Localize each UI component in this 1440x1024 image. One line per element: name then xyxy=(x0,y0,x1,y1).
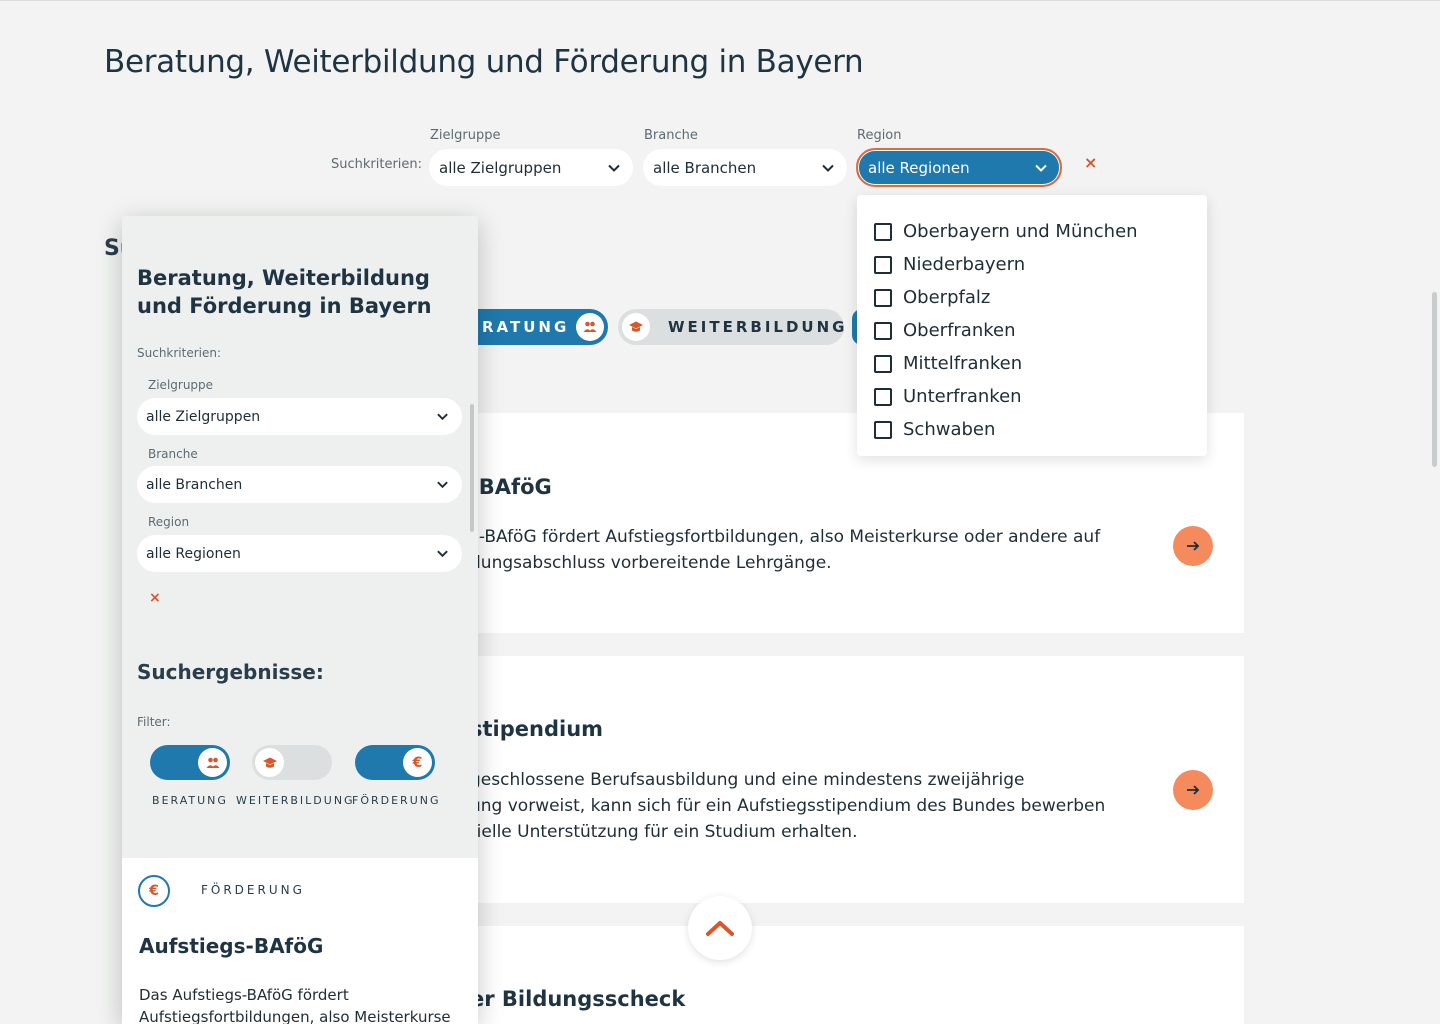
region-label: Region xyxy=(857,128,902,143)
chevron-down-icon xyxy=(1035,164,1047,172)
toggle-label-foerderung: FÖRDERUNG xyxy=(352,794,441,807)
branche-select[interactable]: alle Branchen xyxy=(643,149,847,186)
checkbox[interactable] xyxy=(874,222,892,241)
mobile-preview-panel: Beratung, Weiterbildung und Förderung in… xyxy=(122,216,478,1024)
pill-weiterbildung-label: WEITERBILDUNG xyxy=(668,318,848,336)
panel-branche-select[interactable]: alle Branchen xyxy=(137,466,462,503)
panel-zielgruppe-value: alle Zielgruppen xyxy=(146,408,261,425)
panel-zielgruppe-select[interactable]: alle Zielgruppen xyxy=(137,398,462,435)
region-option-label: Mittelfranken xyxy=(903,353,1023,374)
region-option[interactable]: Oberpfalz xyxy=(857,281,1207,314)
chevron-down-icon xyxy=(608,164,620,172)
panel-title: Beratung, Weiterbildung und Förderung in… xyxy=(137,266,432,318)
region-option-label: Unterfranken xyxy=(903,386,1022,407)
toggle-label-weiterbildung: WEITERBILDUNG xyxy=(236,794,355,807)
card-text-line: s-BAföG fördert Aufstiegsfortbildungen, … xyxy=(470,527,1101,547)
region-select[interactable]: alle Regionen xyxy=(856,148,1062,187)
chevron-down-icon xyxy=(822,164,834,172)
panel-search-criteria-label: Suchkriterien: xyxy=(137,346,222,360)
region-option[interactable]: Unterfranken xyxy=(857,380,1207,413)
page-scrollbar[interactable] xyxy=(1432,292,1437,467)
zielgruppe-label: Zielgruppe xyxy=(430,128,501,143)
arrow-right-icon xyxy=(1187,541,1200,551)
euro-icon: € xyxy=(403,748,432,777)
pill-weiterbildung[interactable]: WEITERBILDUNG xyxy=(618,309,844,345)
pill-beratung-label: RATUNG xyxy=(482,318,570,336)
panel-card-title: Aufstiegs-BAföG xyxy=(139,934,324,958)
card-text-line: geschlossene Berufsausbildung und eine m… xyxy=(470,770,1025,790)
panel-results-heading: Suchergebnisse: xyxy=(137,660,324,684)
toggle-label-beratung: BERATUNG xyxy=(152,794,228,807)
card-arrow-button[interactable] xyxy=(1173,526,1213,566)
region-option-label: Oberbayern und München xyxy=(903,221,1138,242)
people-icon xyxy=(198,748,227,777)
zielgruppe-value: alle Zielgruppen xyxy=(439,158,562,177)
card-text-line: tielle Unterstützung für ein Studium erh… xyxy=(470,822,858,842)
region-option[interactable]: Oberfranken xyxy=(857,314,1207,347)
region-option-label: Oberfranken xyxy=(903,320,1016,341)
scroll-to-top-button[interactable] xyxy=(688,896,752,960)
top-divider xyxy=(0,0,1440,1)
panel-branche-value: alle Branchen xyxy=(146,476,243,493)
result-card-bildungsscheck[interactable]: er Bildungsscheck xyxy=(470,926,1244,1024)
panel-filter-label: Filter: xyxy=(137,715,171,729)
checkbox[interactable] xyxy=(874,255,892,274)
region-option-label: Niederbayern xyxy=(903,254,1026,275)
panel-branche-label: Branche xyxy=(148,447,198,461)
search-criteria-label: Suchkriterien: xyxy=(331,157,423,172)
graduation-cap-icon xyxy=(622,313,650,341)
checkbox[interactable] xyxy=(874,354,892,373)
panel-zielgruppe-label: Zielgruppe xyxy=(148,378,214,392)
zielgruppe-select[interactable]: alle Zielgruppen xyxy=(429,149,633,186)
panel-result-card[interactable]: € FÖRDERUNG Aufstiegs-BAföG Das Aufstieg… xyxy=(122,858,478,1024)
branche-value: alle Branchen xyxy=(653,158,757,177)
result-card-aufstiegsstipendium[interactable]: stipendium geschlossene Berufsausbildung… xyxy=(470,656,1244,903)
panel-region-value: alle Regionen xyxy=(146,545,241,562)
panel-scrollbar[interactable] xyxy=(470,404,474,532)
checkbox[interactable] xyxy=(874,288,892,307)
chevron-down-icon xyxy=(437,413,448,421)
euro-icon: € xyxy=(138,875,170,907)
panel-card-text-line: Aufstiegsfortbildungen, also Meisterkurs… xyxy=(139,1008,451,1024)
card-title: -BAföG xyxy=(470,475,552,499)
checkbox[interactable] xyxy=(874,420,892,439)
region-option[interactable]: Schwaben xyxy=(857,413,1207,446)
chevron-down-icon xyxy=(437,481,448,489)
card-title: stipendium xyxy=(470,717,604,741)
branche-label: Branche xyxy=(644,128,698,143)
region-value: alle Regionen xyxy=(868,158,970,177)
chevron-down-icon xyxy=(437,550,448,558)
panel-region-label: Region xyxy=(148,515,190,529)
toggle-beratung[interactable] xyxy=(150,745,230,780)
page-title: Beratung, Weiterbildung und Förderung in… xyxy=(104,44,864,80)
toggle-weiterbildung[interactable] xyxy=(252,745,332,780)
arrow-right-icon xyxy=(1187,785,1200,795)
clear-filters-button[interactable]: × xyxy=(1084,153,1097,172)
region-dropdown: Oberbayern und München Niederbayern Ober… xyxy=(857,195,1207,456)
panel-clear-filters-button[interactable]: × xyxy=(149,590,161,606)
panel-card-text-line: Das Aufstiegs-BAföG fördert xyxy=(139,986,349,1004)
region-option[interactable]: Mittelfranken xyxy=(857,347,1207,380)
card-text-line: ung vorweist, kann sich für ein Aufstieg… xyxy=(470,796,1106,816)
region-option[interactable]: Niederbayern xyxy=(857,248,1207,281)
panel-card-category: FÖRDERUNG xyxy=(201,883,305,897)
region-option-label: Oberpfalz xyxy=(903,287,991,308)
panel-region-select[interactable]: alle Regionen xyxy=(137,535,462,572)
graduation-cap-icon xyxy=(255,748,284,777)
card-text-line: dungsabschluss vorbereitende Lehrgänge. xyxy=(470,553,832,573)
card-title: er Bildungsscheck xyxy=(470,987,686,1011)
region-option[interactable]: Oberbayern und München xyxy=(857,215,1207,248)
checkbox[interactable] xyxy=(874,387,892,406)
chevron-up-icon xyxy=(706,921,734,936)
card-arrow-button[interactable] xyxy=(1173,770,1213,810)
checkbox[interactable] xyxy=(874,321,892,340)
toggle-foerderung[interactable]: € xyxy=(355,745,435,780)
people-icon xyxy=(576,313,604,341)
region-option-label: Schwaben xyxy=(903,419,996,440)
